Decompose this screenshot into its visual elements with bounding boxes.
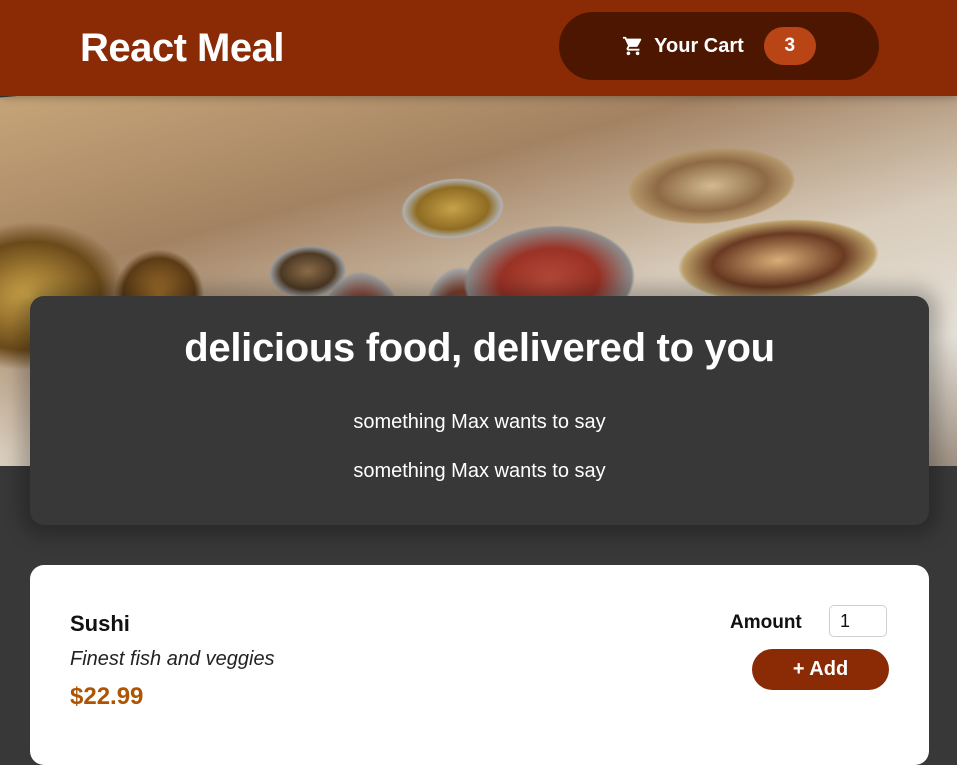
cart-button[interactable]: Your Cart 3 [559, 12, 879, 80]
meal-price: $22.99 [70, 683, 144, 710]
app-header: React Meal Your Cart 3 [0, 0, 957, 96]
meal-name: Sushi [70, 611, 130, 636]
cart-icon [622, 35, 644, 57]
amount-label: Amount [730, 612, 802, 633]
available-meals-card: Sushi Finest fish and veggies $22.99 Amo… [30, 565, 929, 765]
meal-description: Finest fish and veggies [70, 648, 275, 670]
summary-paragraph: something Max wants to say [353, 460, 606, 482]
add-to-cart-button[interactable]: + Add [752, 649, 889, 690]
amount-input[interactable] [829, 605, 887, 637]
summary-title: delicious food, delivered to you [184, 326, 775, 370]
meals-summary: delicious food, delivered to you somethi… [30, 296, 929, 525]
summary-paragraph: something Max wants to say [353, 411, 606, 433]
cart-count-badge: 3 [763, 27, 816, 65]
app-title: React Meal [80, 26, 284, 70]
cart-label: Your Cart [654, 34, 744, 57]
